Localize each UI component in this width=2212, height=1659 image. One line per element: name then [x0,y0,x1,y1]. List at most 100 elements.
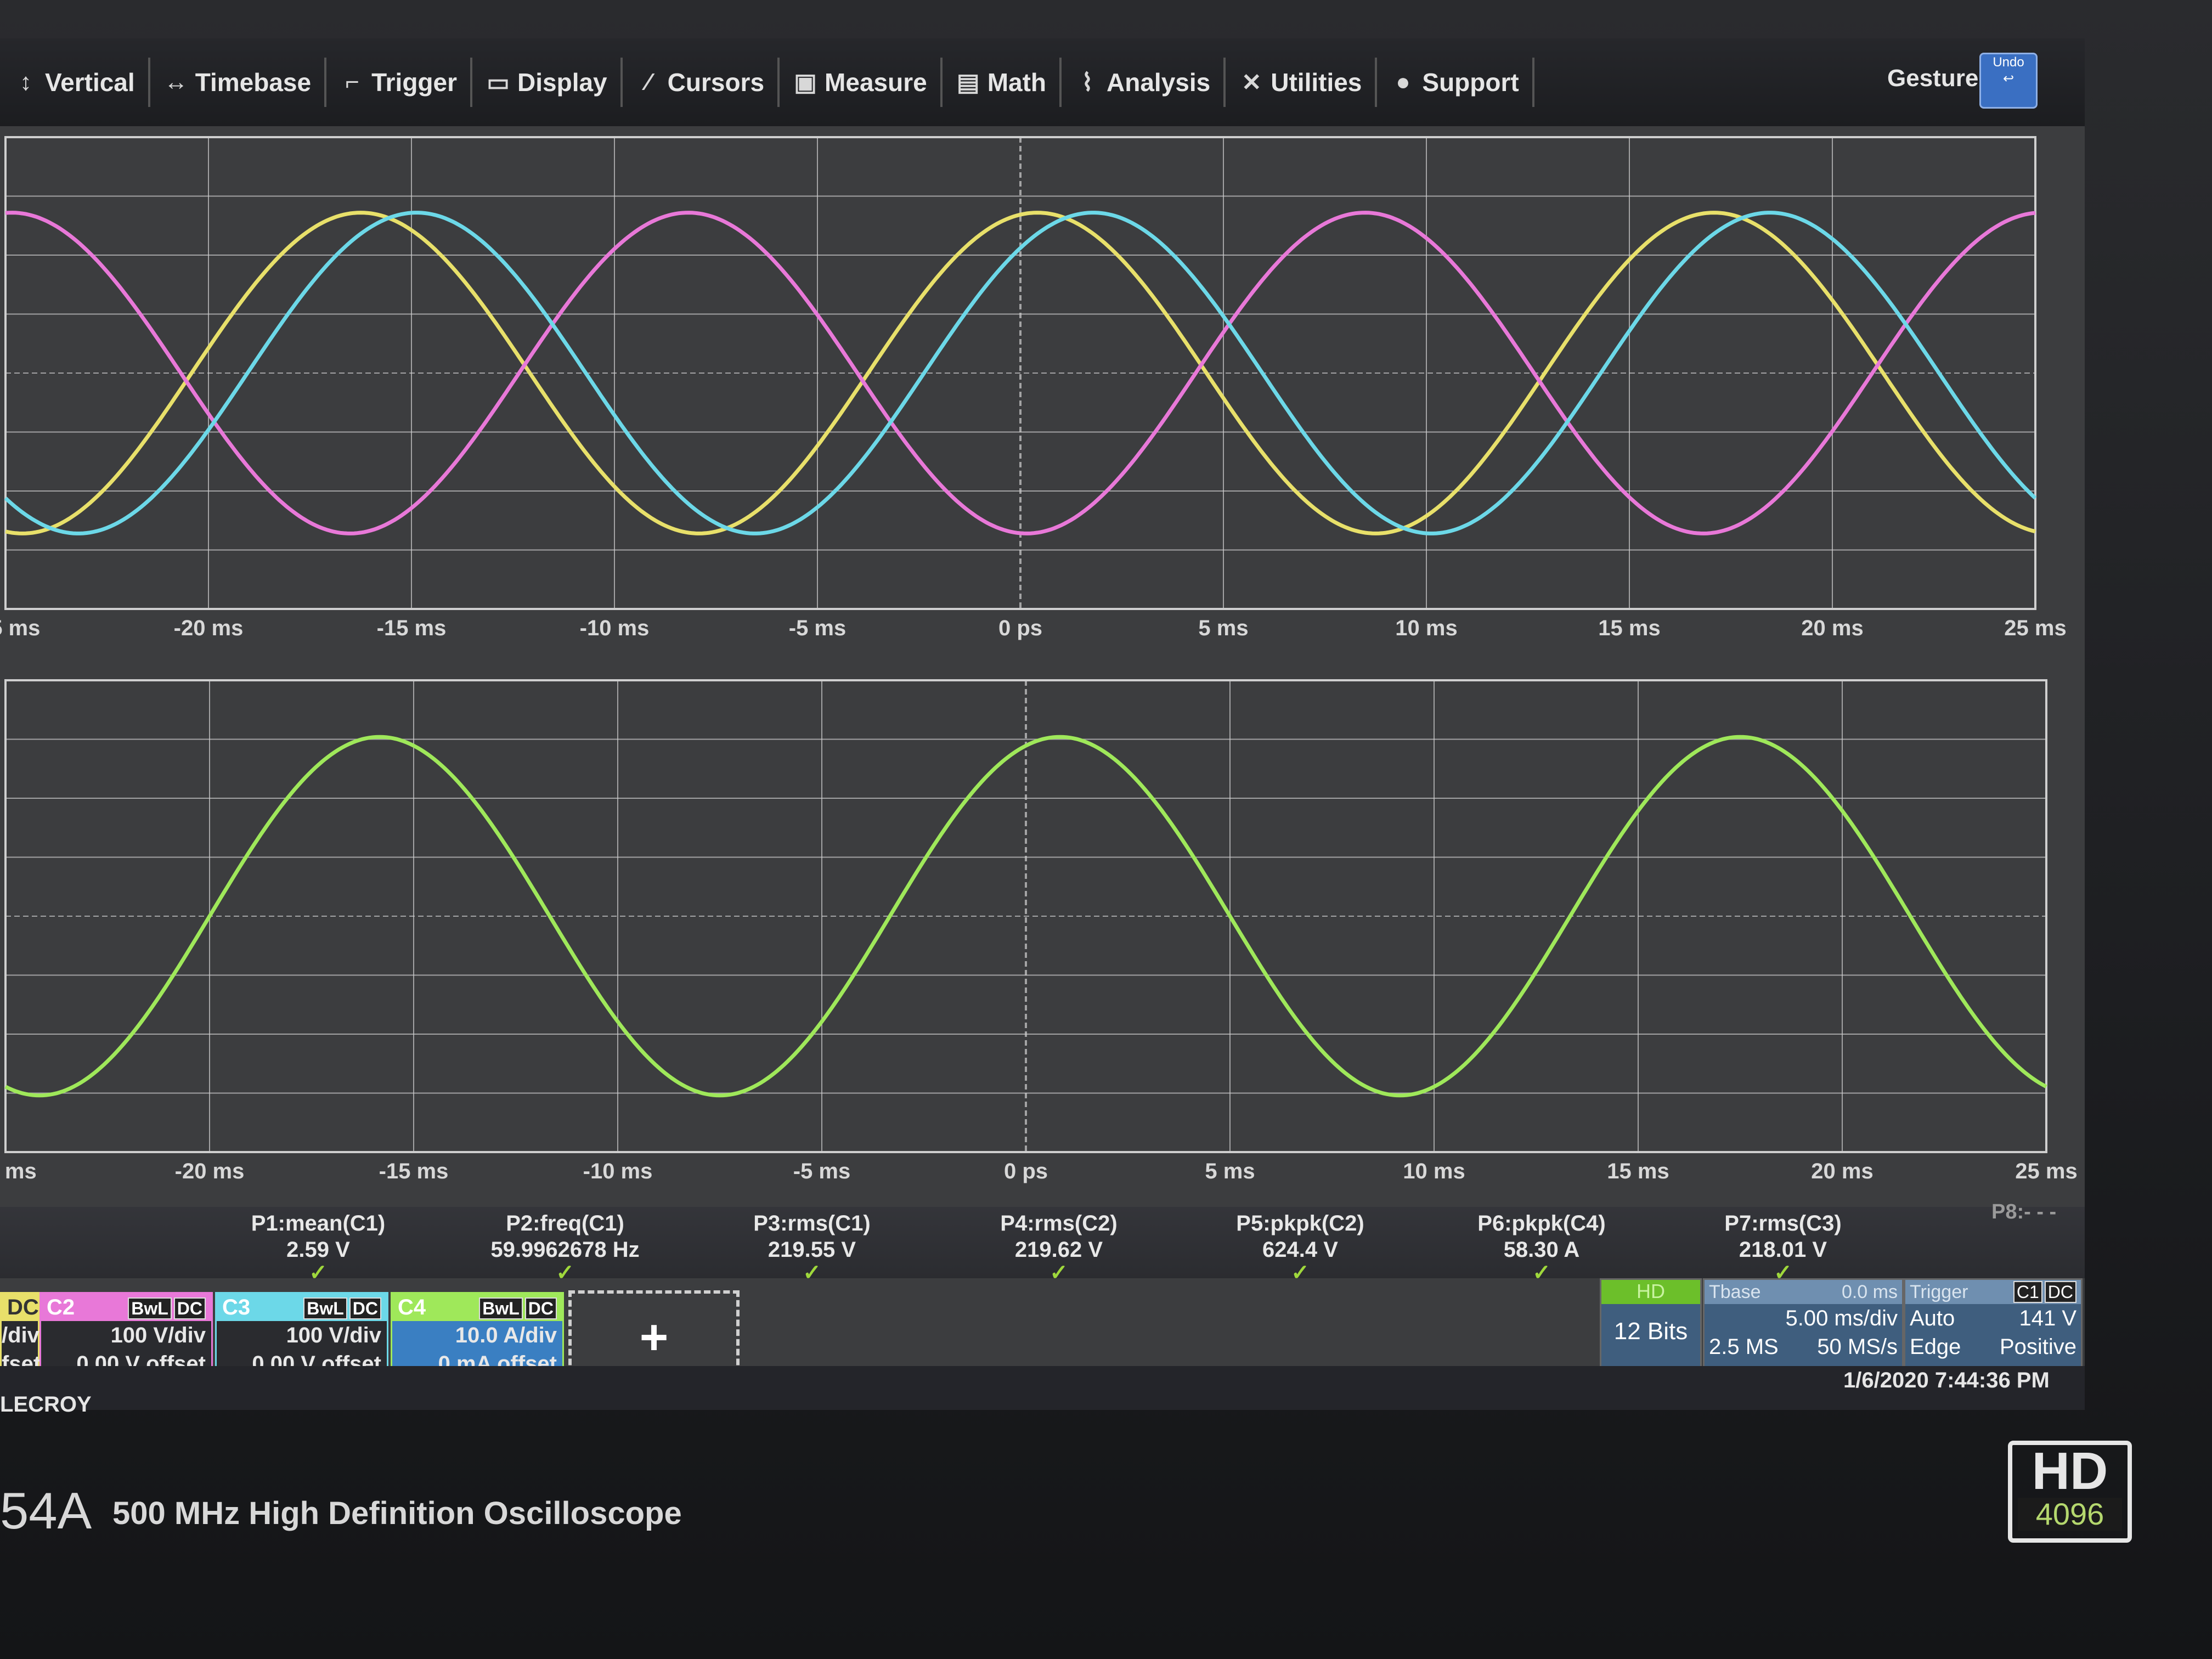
channel-id: C4 [398,1295,426,1319]
time-tick-label: 20 ms [1811,1159,1873,1183]
menu-label: Analysis [1107,68,1211,97]
channel-coupling: DC [7,1295,39,1319]
gesture-label: Gesture [1887,65,1979,92]
menu-label: Support [1422,68,1519,97]
hd4096-logo: HD 4096 [2008,1441,2132,1543]
time-tick-label: -20 ms [174,616,244,640]
menu-measure[interactable]: ▣ Measure [780,58,943,107]
param-p4[interactable]: P4:rms(C2) 219.62 V ✓ [955,1210,1163,1285]
param-p3[interactable]: P3:rms(C1) 219.55 V ✓ [708,1210,916,1285]
param-p8[interactable]: P8:- - - [1991,1200,2056,1224]
menu-cursors[interactable]: ⁄ Cursors [623,58,780,107]
param-value: 219.62 V [1014,1238,1103,1262]
datetime: 1/6/2020 7:44:36 PM [1843,1368,2050,1392]
param-value: 219.55 V [768,1238,856,1262]
upper-grid [4,136,2036,610]
menu-math[interactable]: ▤ Math [943,58,1062,107]
undo-icon: ↩ [2002,71,2015,86]
param-p7[interactable]: P7:rms(C3) 218.01 V ✓ [1679,1210,1887,1284]
time-tick-label: -15 ms [379,1159,449,1183]
trigger-type: Edge [1910,1335,1961,1359]
channel-bwl: BwL [303,1297,347,1319]
param-name: P2:freq(C1) [506,1211,624,1235]
hd-mode-box[interactable]: HD 12 Bits [1600,1278,1702,1369]
time-tick-label: -5 ms [789,616,847,640]
menu-analysis[interactable]: ⌇ Analysis [1062,58,1226,107]
time-tick-label: -15 ms [377,616,447,640]
check-icon: ✓ [1049,1261,1068,1285]
analysis-icon: ⌇ [1081,69,1093,96]
channel-bwl: BwL [128,1297,172,1319]
bit-depth: 12 Bits [1613,1318,1688,1345]
brand-label: LECROY [0,1392,92,1417]
trigger-box[interactable]: Trigger C1 DC Auto 141 V Edge Positive [1904,1278,2083,1369]
waveform-display[interactable]: -25 ms -20 ms -15 ms -10 ms -5 ms 0 ps 5 ms 10 … [0,126,2085,1201]
model-description: 500 MHz High Definition Oscilloscope [112,1496,682,1531]
time-tick-label: 10 ms [1395,616,1457,640]
timebase-rate: 50 MS/s [1817,1335,1898,1359]
channel-bwl: BwL [479,1297,523,1319]
param-value: 218.01 V [1739,1238,1827,1262]
menu-display[interactable]: ▭ Display [472,58,623,107]
time-tick-label: 10 ms [1403,1159,1465,1183]
param-name: P7:rms(C3) [1724,1211,1842,1235]
channel-coupling: DC [524,1297,557,1319]
channel-id: C3 [222,1295,251,1319]
math-icon: ▤ [956,69,980,96]
param-name: P5:pkpk(C2) [1236,1211,1364,1235]
undo-label: Undo [1993,55,2024,70]
time-tick-label: 5 ms [1198,616,1248,640]
menu-vertical[interactable]: ↕ Vertical [0,58,150,107]
timebase-title: Tbase [1709,1281,1761,1302]
channel-scale: 10.0 A/div [455,1323,557,1347]
channel-id: C2 [47,1295,75,1319]
check-icon: ✓ [309,1261,328,1285]
time-tick-label: -10 ms [583,1159,653,1183]
model-number: 54A [0,1482,92,1539]
channel-scale: 100 V/div [110,1323,206,1347]
check-icon: ✓ [803,1261,821,1285]
param-p2[interactable]: P2:freq(C1) 59.9962678 Hz ✓ [450,1210,680,1284]
param-value: 2.59 V [286,1238,350,1262]
lower-time-axis: 25 ms -20 ms -15 ms -10 ms -5 ms 0 ps 5 ms 10 m… [0,1159,2078,1183]
trigger-coupling: DC [2044,1281,2076,1303]
menu-timebase[interactable]: ↔ Timebase [150,58,327,107]
time-tick-label: 25 ms [0,1159,37,1183]
measure-icon: ▣ [794,69,817,96]
time-tick-label: 0 ps [1004,1159,1048,1183]
time-tick-label: 15 ms [1607,1159,1669,1183]
menu-bar: ↕ Vertical ↔ Timebase ⌐ Trigger ▭ Display ⁄ C… [0,38,2085,126]
time-tick-label: 5 ms [1205,1159,1255,1183]
timebase-samples: 2.5 MS [1709,1335,1779,1359]
param-name: P3:rms(C1) [753,1211,871,1235]
param-p6[interactable]: P6:pkpk(C4) 58.30 A ✓ [1437,1210,1646,1284]
status-bar [0,1366,2085,1410]
channel-coupling: DC [173,1297,206,1319]
menu-support[interactable]: ● Support [1377,58,1534,107]
display-icon: ▭ [487,69,510,96]
vertical-icon: ↕ [20,69,32,95]
hd-label: HD [1601,1280,1700,1304]
undo-button[interactable]: Undo ↩ [1979,53,2038,109]
menu-label: Trigger [371,68,458,97]
timebase-delay: 0.0 ms [1841,1281,1898,1302]
trigger-level: 141 V [2019,1306,2076,1330]
menu-label: Timebase [195,68,312,97]
param-p5[interactable]: P5:pkpk(C2) 624.4 V ✓ [1196,1210,1404,1284]
timebase-icon: ↔ [163,69,188,95]
time-tick-label: 25 ms [2004,616,2066,640]
param-value: 59.9962678 Hz [490,1238,640,1262]
param-p1[interactable]: P1:mean(C1) 2.59 V ✓ [219,1210,417,1285]
channel-coupling: DC [349,1297,381,1319]
menu-label: Math [987,68,1047,97]
menu-utilities[interactable]: ✕ Utilities [1226,58,1378,107]
menu-trigger[interactable]: ⌐ Trigger [326,58,473,107]
param-name: P6:pkpk(C4) [1477,1211,1606,1235]
menu-label: Vertical [45,68,135,97]
upper-time-axis: -25 ms -20 ms -15 ms -10 ms -5 ms 0 ps 5 ms 10 … [0,616,2067,640]
measurement-table: P1:mean(C1) 2.59 V ✓ P2:freq(C1) 59.9962678… [0,1207,2085,1284]
timebase-box[interactable]: Tbase 0.0 ms 5.00 ms/div 2.5 MS 50 MS/s [1703,1278,1904,1369]
menu-label: Display [517,68,607,97]
trigger-mode: Auto [1910,1306,1955,1330]
time-tick-label: -20 ms [175,1159,245,1183]
